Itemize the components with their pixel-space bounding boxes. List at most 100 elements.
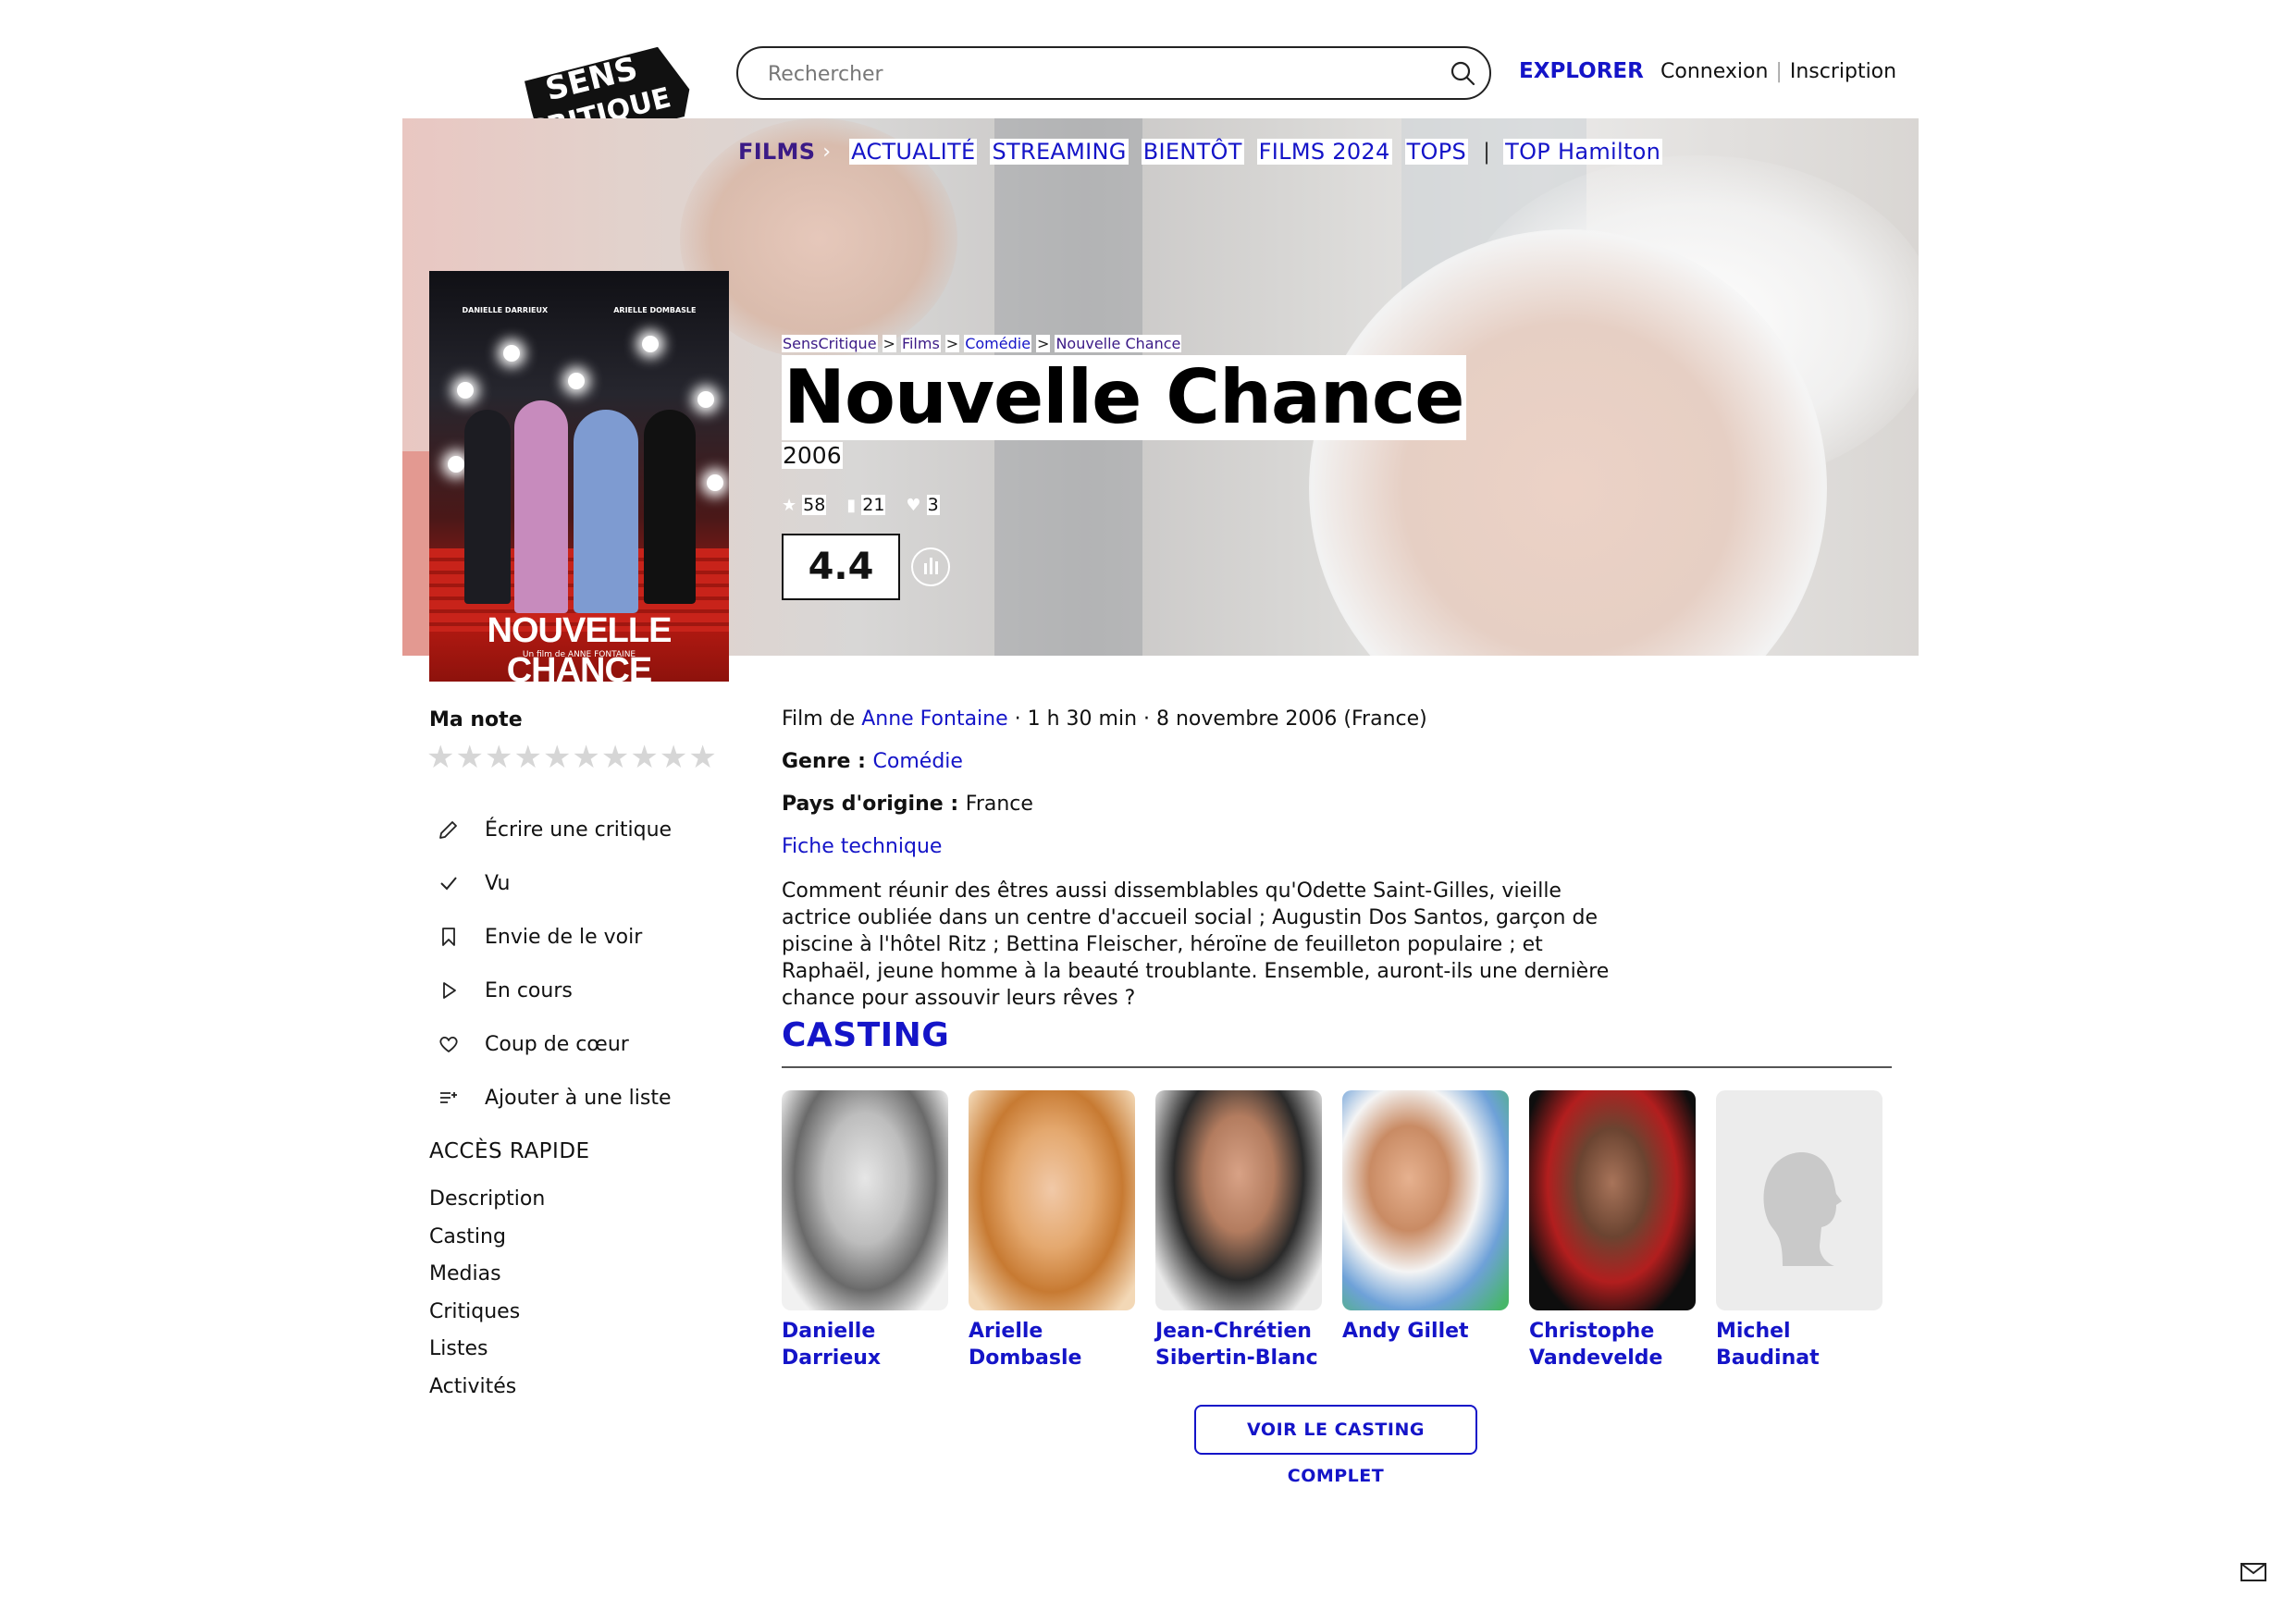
cast-member[interactable]: Arielle Dombasle: [969, 1090, 1135, 1371]
tech-sheet-row: Fiche technique: [782, 835, 942, 858]
mail-icon[interactable]: [2240, 1563, 2266, 1581]
add-to-list-button[interactable]: Ajouter à une liste: [435, 1071, 672, 1125]
in-progress-button[interactable]: En cours: [435, 964, 672, 1017]
cast-photo[interactable]: [1155, 1090, 1322, 1310]
cast-name[interactable]: Danielle Darrieux: [782, 1318, 948, 1371]
breadcrumb-senscritique[interactable]: SensCritique: [782, 335, 878, 352]
quick-link-activites[interactable]: Activités: [429, 1369, 545, 1407]
full-cast-button[interactable]: VOIR LE CASTING COMPLET: [1194, 1405, 1477, 1486]
country-row: Pays d'origine : France: [782, 793, 1033, 816]
quick-link-description[interactable]: Description: [429, 1181, 545, 1219]
seen-button[interactable]: Vu: [435, 856, 672, 910]
rating-distribution-icon[interactable]: [911, 547, 950, 586]
rating-star-7[interactable]: ★: [601, 742, 629, 773]
cast-photo[interactable]: [969, 1090, 1135, 1310]
nav-divider: |: [1483, 139, 1491, 165]
cast-name[interactable]: Christophe Vandevelde: [1529, 1318, 1696, 1371]
explorer-link[interactable]: EXPLORER: [1519, 59, 1644, 83]
breadcrumb: SensCritique > Films > Comédie > Nouvell…: [782, 335, 1182, 352]
rating-star-3[interactable]: ★: [485, 742, 512, 773]
nav-top-hamilton[interactable]: TOP Hamilton: [1503, 139, 1663, 165]
synopsis: Comment réunir des êtres aussi dissembla…: [782, 879, 1610, 1010]
pencil-icon: [435, 816, 463, 843]
cast-photo[interactable]: [1529, 1090, 1696, 1310]
nav-films[interactable]: FILMS: [736, 139, 817, 165]
rating-star-1[interactable]: ★: [426, 742, 454, 773]
movie-poster[interactable]: DANIELLE DARRIEUX ARIELLE DOMBASLE NOUVEL…: [429, 271, 729, 682]
favorite-button[interactable]: Coup de cœur: [435, 1017, 672, 1071]
quick-access-title: ACCÈS RAPIDE: [429, 1139, 590, 1163]
check-icon: [435, 869, 463, 897]
favorites-count: ♥ 3: [906, 495, 940, 515]
nav-streaming[interactable]: STREAMING: [990, 139, 1129, 165]
rating-star-2[interactable]: ★: [455, 742, 483, 773]
signup-link[interactable]: Inscription: [1790, 60, 1896, 83]
director-link[interactable]: Anne Fontaine: [861, 707, 1007, 731]
write-review-button[interactable]: Écrire une critique: [435, 803, 672, 856]
auth-separator: |: [1775, 60, 1783, 83]
search-icon[interactable]: [1449, 59, 1476, 87]
page-title: Nouvelle Chance: [784, 354, 1465, 440]
search-input[interactable]: [766, 57, 1417, 91]
cast-member[interactable]: Christophe Vandevelde: [1529, 1090, 1696, 1371]
release-year: 2006: [782, 442, 843, 469]
rating-star-8[interactable]: ★: [630, 742, 658, 773]
bookmark-icon: ▮: [846, 495, 857, 515]
average-rating: 4.4: [782, 534, 900, 600]
quick-link-medias[interactable]: Medias: [429, 1256, 545, 1294]
search-bar[interactable]: [736, 46, 1491, 100]
tech-sheet-link[interactable]: Fiche technique: [782, 835, 942, 858]
chevron-right-icon: ›: [822, 140, 832, 164]
star-icon: ★: [782, 495, 797, 515]
casting-title: CASTING: [782, 1016, 950, 1054]
heart-icon: [435, 1030, 463, 1058]
rating-star-6[interactable]: ★: [572, 742, 599, 773]
quick-link-listes[interactable]: Listes: [429, 1331, 545, 1369]
cast-photo[interactable]: [782, 1090, 948, 1310]
poster-subtitle: Un film de ANNE FONTAINE: [522, 650, 636, 659]
nav-bientot[interactable]: BIENTÔT: [1141, 139, 1244, 165]
quick-link-critiques[interactable]: Critiques: [429, 1294, 545, 1332]
auth-links: Connexion | Inscription: [1660, 60, 1896, 83]
breadcrumb-films[interactable]: Films: [900, 335, 941, 352]
genre-link[interactable]: Comédie: [873, 750, 963, 773]
quick-link-casting[interactable]: Casting: [429, 1219, 545, 1257]
wishlist-count: ▮ 21: [846, 495, 886, 515]
cast-member[interactable]: Jean-Chrétien Sibertin-Blanc: [1155, 1090, 1322, 1371]
film-meta: Film de Anne Fontaine · 1 h 30 min · 8 n…: [782, 707, 1427, 731]
my-rating-label: Ma note: [429, 708, 523, 732]
casting-divider: [782, 1066, 1892, 1068]
nav-films-2024[interactable]: FILMS 2024: [1256, 139, 1392, 165]
breadcrumb-current[interactable]: Nouvelle Chance: [1055, 335, 1182, 352]
person-silhouette-icon: [1763, 1152, 1842, 1266]
rating-star-4[interactable]: ★: [513, 742, 541, 773]
cast-member[interactable]: Danielle Darrieux: [782, 1090, 948, 1371]
main-nav: FILMS › ACTUALITÉ STREAMING BIENTÔT FILM…: [736, 139, 1675, 165]
poster-names: DANIELLE DARRIEUX ARIELLE DOMBASLE: [462, 306, 697, 314]
play-icon: [435, 977, 463, 1004]
cast-name[interactable]: Andy Gillet: [1342, 1318, 1509, 1345]
user-actions: Écrire une critique Vu Envie de le voir …: [435, 803, 672, 1125]
cast-photo-placeholder[interactable]: [1716, 1090, 1882, 1310]
rating-star-5[interactable]: ★: [543, 742, 571, 773]
movie-stats: ★ 58 ▮ 21 ♥ 3: [782, 495, 960, 515]
bookmark-icon: [435, 923, 463, 951]
cast-name[interactable]: Michel Baudinat: [1716, 1318, 1882, 1371]
heart-icon: ♥: [906, 495, 921, 515]
cast-name[interactable]: Jean-Chrétien Sibertin-Blanc: [1155, 1318, 1322, 1371]
poster-title: NOUVELLE CHANCE: [487, 611, 673, 682]
quick-access-list: Description Casting Medias Critiques Lis…: [429, 1181, 545, 1406]
page-title-box: Nouvelle Chance: [782, 355, 1466, 440]
nav-actualite[interactable]: ACTUALITÉ: [849, 139, 978, 165]
want-to-see-button[interactable]: Envie de le voir: [435, 910, 672, 964]
cast-name[interactable]: Arielle Dombasle: [969, 1318, 1135, 1371]
breadcrumb-comedie[interactable]: Comédie: [964, 335, 1032, 352]
cast-member[interactable]: Michel Baudinat: [1716, 1090, 1882, 1371]
cast-photo[interactable]: [1342, 1090, 1509, 1310]
cast-member[interactable]: Andy Gillet: [1342, 1090, 1509, 1345]
login-link[interactable]: Connexion: [1660, 60, 1768, 83]
rating-star-9[interactable]: ★: [660, 742, 687, 773]
nav-tops[interactable]: TOPS: [1404, 139, 1469, 165]
rating-star-10[interactable]: ★: [688, 742, 716, 773]
my-rating-stars[interactable]: ★ ★ ★ ★ ★ ★ ★ ★ ★ ★: [426, 742, 718, 773]
